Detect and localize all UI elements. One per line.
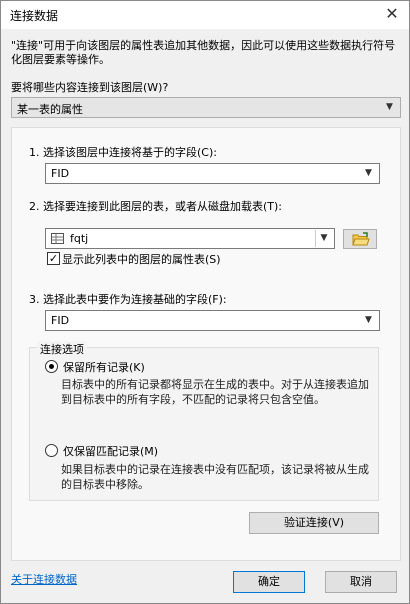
join-what-label: 要将哪些内容连接到该图层(W)? (11, 81, 169, 94)
join-table-value: fqtj (70, 232, 89, 245)
join-what-dropdown[interactable]: 某一表的属性 ▼ (11, 97, 401, 118)
join-options-title: 连接选项 (37, 341, 87, 357)
show-attr-tables-label: 显示此列表中的图层的属性表(S) (62, 253, 221, 266)
step3-label: 3. 选择此表中要作为连接基础的字段(F): (29, 293, 227, 306)
target-field-value: FID (51, 167, 70, 180)
keep-matching-radio[interactable] (45, 444, 58, 457)
join-table-dropdown[interactable]: fqtj ▼ (45, 228, 335, 249)
target-field-dropdown[interactable]: FID ▼ (45, 163, 380, 184)
folder-open-icon (352, 232, 370, 246)
show-attr-tables-checkbox[interactable]: ✓ (47, 252, 60, 265)
join-field-value: FID (51, 314, 70, 327)
ok-button[interactable]: 确定 (233, 571, 305, 593)
close-icon[interactable]: ✕ (381, 3, 403, 25)
join-field-dropdown[interactable]: FID ▼ (45, 310, 380, 331)
keep-matching-label: 仅保留匹配记录(M) (63, 445, 159, 458)
chevron-down-icon: ▼ (315, 230, 332, 247)
keep-all-radio[interactable] (45, 360, 58, 373)
about-joining-link[interactable]: 关于连接数据 (11, 571, 77, 587)
step2-label: 2. 选择要连接到此图层的表，或者从磁盘加载表(T): (29, 200, 282, 213)
title-bar: 连接数据 ✕ (1, 1, 409, 29)
chevron-down-icon: ▼ (386, 102, 393, 112)
keep-all-label: 保留所有记录(K) (63, 361, 145, 374)
validate-join-button[interactable]: 验证连接(V) (249, 512, 379, 534)
join-what-value: 某一表的属性 (17, 103, 83, 116)
chevron-down-icon: ▼ (365, 168, 372, 178)
description-text: "连接"可用于向该图层的属性表追加其他数据，因此可以使用这些数据执行符号化图层要… (11, 39, 396, 66)
window-title: 连接数据 (10, 9, 59, 23)
step1-label: 1. 选择该图层中连接将基于的字段(C): (29, 146, 217, 159)
join-data-dialog: 连接数据 ✕ "连接"可用于向该图层的属性表追加其他数据，因此可以使用这些数据执… (0, 0, 410, 604)
cancel-button[interactable]: 取消 (325, 571, 397, 593)
table-icon (51, 233, 64, 244)
keep-matching-help: 如果目标表中的记录在连接表中没有匹配项，该记录将被从生成的目标表中移除。 (61, 463, 369, 491)
chevron-down-icon: ▼ (365, 315, 372, 325)
browse-button[interactable] (343, 229, 377, 249)
keep-all-help: 目标表中的所有记录都将显示在生成的表中。对于从连接表追加到目标表中的所有字段，不… (61, 378, 369, 406)
